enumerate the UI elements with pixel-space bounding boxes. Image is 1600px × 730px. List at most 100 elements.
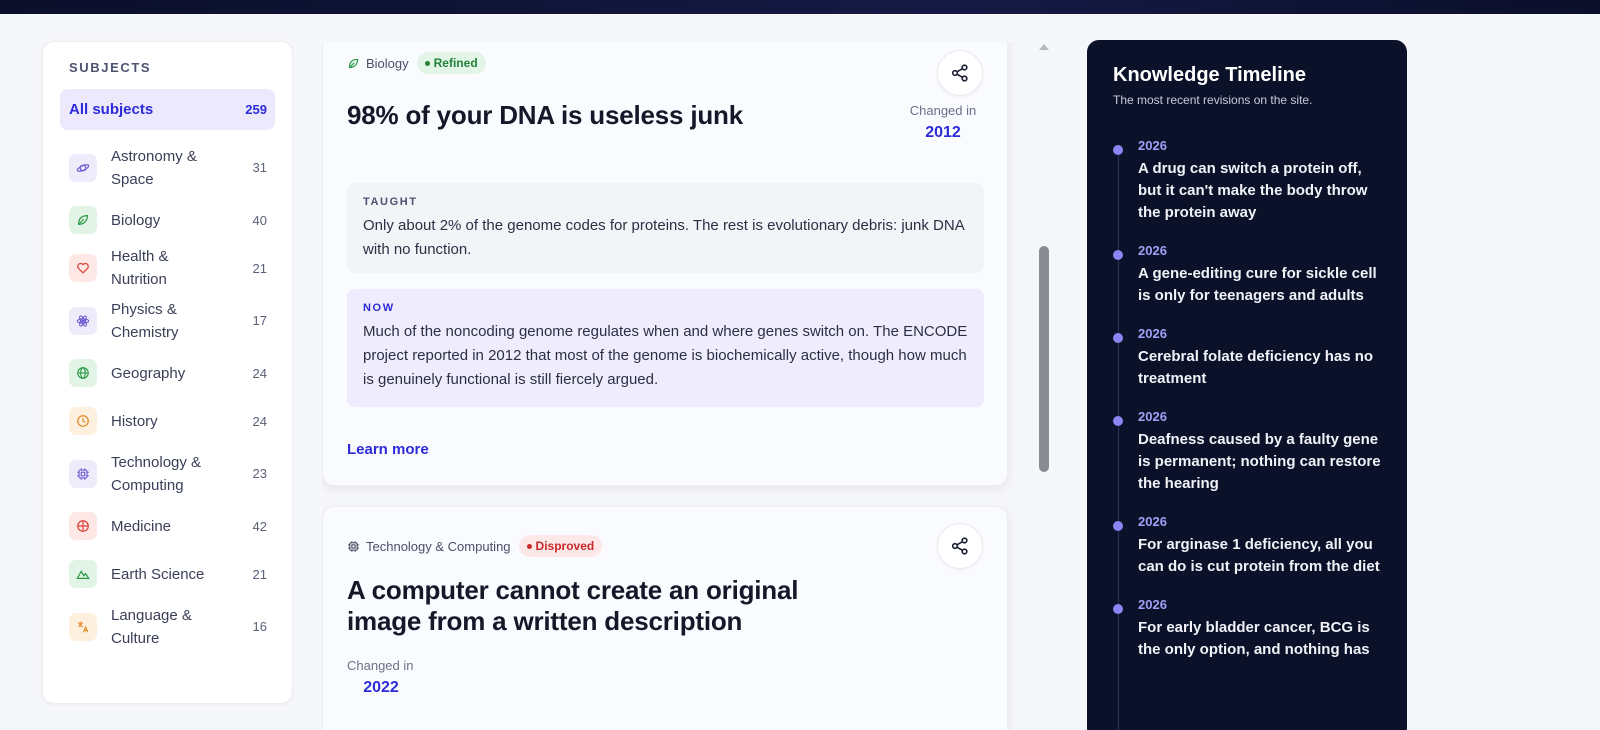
heart-icon — [69, 254, 97, 282]
timeline-year: 2026 — [1138, 243, 1167, 258]
share-button[interactable] — [937, 50, 983, 96]
status-badge: Disproved — [518, 535, 603, 557]
sidebar-item-physics-chemistry[interactable]: Physics & Chemistry 17 — [60, 292, 275, 349]
timeline-text: For arginase 1 deficiency, all you can d… — [1138, 536, 1380, 575]
sidebar-item-count: 40 — [252, 212, 267, 228]
taught-text: Only about 2% of the genome codes for pr… — [363, 217, 964, 258]
share-button[interactable] — [937, 523, 983, 569]
sidebar-item-count: 259 — [245, 102, 267, 117]
leaf-icon — [347, 56, 361, 70]
learn-more-link[interactable]: Learn more — [347, 441, 429, 458]
feed-scrollbar[interactable] — [1037, 42, 1051, 730]
sidebar-item-label: Astronomy & Space — [111, 147, 197, 188]
sidebar-item-count: 17 — [252, 313, 267, 328]
myth-feed: Biology Refined 98% of your DNA is usele… — [322, 42, 1028, 730]
translate-icon — [69, 612, 97, 641]
sidebar-item-count: 21 — [252, 260, 267, 276]
timeline-text: A drug can switch a protein off, but it … — [1138, 160, 1368, 221]
timeline-text: Deafness caused by a faulty gene is perm… — [1138, 431, 1381, 492]
subjects-sidebar: SUBJECTS All subjects 259 Astronomy & Sp… — [42, 41, 293, 704]
timeline-entry[interactable]: 2026 For arginase 1 deficiency, all you … — [1113, 514, 1383, 578]
sidebar-item-label: Earth Science — [111, 565, 205, 583]
scrollbar-thumb[interactable] — [1039, 246, 1049, 472]
taught-section: TAUGHT Only about 2% of the genome codes… — [347, 183, 984, 273]
chip-icon — [347, 539, 361, 553]
sidebar-item-count: 42 — [252, 518, 267, 534]
sidebar-item-label: Physics & Chemistry — [111, 300, 179, 341]
timeline-dot — [1113, 250, 1123, 260]
sidebar-item-history[interactable]: History 24 — [60, 397, 275, 445]
myth-card: Technology & Computing Disproved A compu… — [322, 506, 1008, 730]
changed-label: Changed in — [347, 658, 414, 673]
timeline-text: Cerebral folate deficiency has no treatm… — [1138, 348, 1374, 387]
sidebar-item-label: Technology & Computing — [111, 453, 202, 494]
myth-card: Biology Refined 98% of your DNA is usele… — [322, 42, 1008, 486]
sidebar-item-count: 21 — [252, 566, 267, 582]
taught-label: TAUGHT — [363, 196, 418, 208]
card-title: A computer cannot create an original ima… — [347, 575, 798, 637]
timeline-title: Knowledge Timeline — [1113, 64, 1306, 86]
sidebar-item-medicine[interactable]: Medicine 42 — [60, 502, 275, 550]
planet-icon — [69, 153, 97, 182]
status-dot — [424, 60, 430, 66]
timeline-list: 2026 A drug can switch a protein off, bu… — [1113, 138, 1383, 661]
card-meta: Biology Refined — [347, 52, 486, 74]
timeline-dot — [1113, 145, 1123, 155]
timeline-entry[interactable]: 2026 Cerebral folate deficiency has no t… — [1113, 326, 1383, 390]
now-text: Much of the noncoding genome regulates w… — [363, 323, 968, 388]
timeline-year: 2026 — [1138, 326, 1167, 341]
changed-label: Changed in — [909, 103, 977, 118]
crosshair-icon — [69, 512, 97, 540]
scroll-up-arrow[interactable] — [1039, 44, 1049, 50]
sidebar-item-technology-computing[interactable]: Technology & Computing 23 — [60, 445, 275, 502]
sidebar-item-label: All subjects — [69, 101, 154, 118]
sidebar-item-label: History — [111, 412, 158, 430]
changed-year: 2022 — [363, 679, 399, 696]
sidebar-item-count: 24 — [252, 365, 267, 381]
sidebar-item-label: Geography — [111, 364, 186, 382]
sidebar-item-label: Medicine — [111, 517, 172, 535]
status-badge: Refined — [416, 52, 486, 74]
timeline-entry[interactable]: 2026 Deafness caused by a faulty gene is… — [1113, 409, 1383, 495]
sidebar-item-language-culture[interactable]: Language & Culture 16 — [60, 598, 275, 655]
timeline-dot — [1113, 521, 1123, 531]
timeline-year: 2026 — [1138, 597, 1167, 612]
sidebar-item-health-nutrition[interactable]: Health & Nutrition 21 — [60, 244, 275, 292]
sidebar-item-label: Language & Culture — [111, 606, 192, 647]
changed-in: Changed in 2022 — [347, 658, 415, 697]
sidebar-item-count: 24 — [252, 413, 267, 429]
knowledge-timeline: Knowledge Timeline The most recent revis… — [1087, 40, 1407, 730]
timeline-entry[interactable]: 2026 A drug can switch a protein off, bu… — [1113, 138, 1383, 224]
timeline-entry[interactable]: 2026 For early bladder cancer, BCG is th… — [1113, 597, 1383, 661]
sidebar-item-biology[interactable]: Biology 40 — [60, 196, 275, 244]
sidebar-item-label: Biology — [111, 211, 161, 229]
sidebar-item-geography[interactable]: Geography 24 — [60, 349, 275, 397]
card-category[interactable]: Technology & Computing — [366, 539, 511, 554]
sidebar-item-all-subjects[interactable]: All subjects 259 — [60, 89, 275, 130]
sidebar-item-astronomy-space[interactable]: Astronomy & Space 31 — [60, 139, 275, 196]
timeline-entry[interactable]: 2026 A gene-editing cure for sickle cell… — [1113, 243, 1383, 307]
atom-icon — [69, 306, 97, 335]
timeline-text: For early bladder cancer, BCG is the onl… — [1138, 619, 1370, 658]
timeline-dot — [1113, 416, 1123, 426]
sidebar-item-count: 31 — [252, 160, 267, 175]
globe-icon — [69, 359, 97, 387]
status-label: Disproved — [535, 539, 595, 553]
card-meta: Technology & Computing Disproved — [347, 535, 603, 557]
sidebar-item-count: 16 — [252, 619, 267, 634]
timeline-year: 2026 — [1138, 409, 1167, 424]
status-label: Refined — [433, 56, 478, 70]
changed-year: 2012 — [925, 124, 961, 141]
sidebar-title: SUBJECTS — [69, 60, 152, 75]
sidebar-item-earth-science[interactable]: Earth Science 21 — [60, 550, 275, 598]
card-title: 98% of your DNA is useless junk — [347, 100, 743, 130]
timeline-dot — [1113, 333, 1123, 343]
timeline-subtitle: The most recent revisions on the site. — [1113, 93, 1313, 107]
timeline-year: 2026 — [1138, 514, 1167, 529]
timeline-text: A gene-editing cure for sickle cell is o… — [1138, 265, 1377, 304]
card-category[interactable]: Biology — [366, 56, 409, 71]
now-label: NOW — [363, 302, 395, 314]
share-icon — [951, 64, 968, 82]
now-section: NOW Much of the noncoding genome regulat… — [347, 289, 984, 407]
sidebar-item-count: 23 — [252, 466, 267, 481]
